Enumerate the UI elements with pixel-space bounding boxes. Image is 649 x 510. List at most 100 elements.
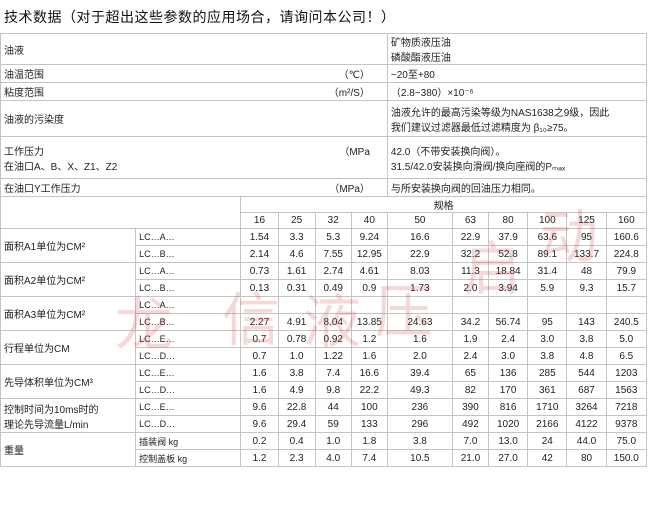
spec-value-cell: 79.9 (605, 262, 648, 280)
info-value: 油液允许的最高污染等级为NAS1638之9级，因此 (390, 107, 610, 119)
spec-row: 重量 插装阀 kg 0.2 0.4 1.0 1.8 3.8 7.0 13.0 24 44.0 75.0 (0, 432, 648, 467)
spec-value-cell: 44 (314, 398, 352, 416)
info-label: 油液的污染度 (4, 115, 64, 126)
info-value: −20至+80 (390, 70, 435, 81)
spec-value-cell: 9.6 (240, 415, 279, 433)
spec-group-label-text: 面积A1单位为CM² (4, 242, 86, 253)
spec-value-cell: 7.55 (314, 245, 352, 263)
spec-value-cell: 4122 (566, 415, 607, 433)
spec-row: 控制时间为10ms时的 理论先导流量L/min LC…E… 9.6 22.8 44 100 2… (0, 398, 648, 433)
spec-value-cell: 2.14 (240, 245, 279, 263)
spec-value-cell: 7.4 (350, 449, 388, 467)
spec-value-cell: 0.78 (277, 330, 316, 348)
spec-value-cell: 32.2 (451, 245, 490, 263)
spec-value-cell: 9378 (605, 415, 648, 433)
spec-value-cell: 687 (566, 381, 607, 399)
spec-sub-label: LC…A… (135, 228, 242, 246)
spec-value-cell (277, 296, 316, 314)
info-value-cell: 矿物质液压油 磷酸酯液压油 (386, 33, 648, 65)
info-value: 与所安装换向阀的回油压力相同。 (390, 184, 541, 195)
spec-value-cell: 0.13 (240, 279, 279, 297)
spec-sub-label: 控制盖板 kg (135, 449, 242, 467)
spec-row: 面积A1单位为CM² LC…A… 1.54 3.3 5.3 9.24 16.6 22.9 37.… (0, 228, 648, 263)
spec-value-cell: 95 (527, 313, 568, 331)
spec-group-label-text: 行程单位为CM (4, 344, 70, 355)
page-title: 技术数据（对于超出这些参数的应用场合，请询问本公司！） (4, 9, 396, 25)
spec-value-cell: 1.6 (386, 330, 453, 348)
spec-value-cell: 22.9 (451, 228, 490, 246)
spec-value-cell: 236 (386, 398, 453, 416)
info-row: 油液的污染度 油液允许的最高污染等级为NAS1638之9级，因此 我们建议过滤器最低… (0, 100, 648, 137)
spec-value-cell: 544 (566, 364, 607, 382)
spec-value-cell (350, 296, 388, 314)
spec-value-cell: 89.1 (527, 245, 568, 263)
spec-value-cell (240, 296, 279, 314)
spec-value-cell: 2.0 (451, 279, 490, 297)
spec-value-cell: 12.95 (350, 245, 388, 263)
info-unit: （MPa） (329, 184, 370, 195)
spec-value-cell: 1.22 (314, 347, 352, 365)
spec-value-cell: 63.6 (527, 228, 568, 246)
spec-value-cell: 136 (487, 364, 529, 382)
spec-value-cell: 0.7 (240, 347, 279, 365)
info-label-cell: 油液的污染度 (0, 100, 388, 137)
spec-value-cell: 44.0 (566, 432, 607, 450)
size-header-cell: 25 (277, 212, 316, 229)
info-row: 油液 矿物质液压油 磷酸酯液压油 (0, 33, 648, 65)
size-header-cell: 32 (314, 212, 352, 229)
spec-value-cell: 2.0 (386, 347, 453, 365)
spec-value-cell: 42 (527, 449, 568, 467)
spec-value-cell (451, 296, 490, 314)
spec-group-label-text: 控制时间为10ms时的 (4, 404, 99, 416)
spec-group-label: 控制时间为10ms时的 理论先导流量L/min (0, 398, 137, 433)
spec-header-row: 规格 (0, 196, 647, 229)
spec-value-cell: 2.74 (314, 262, 352, 280)
info-value-cell: 42.0（不带安装换向阀）。 31.5/42.0安装换向滑阀/换向座阀的Pₘₐₓ (386, 136, 648, 179)
spec-value-cell: 5.9 (527, 279, 568, 297)
info-unit: （MPa (339, 146, 370, 158)
spec-value-cell: 224.8 (605, 245, 648, 263)
spec-value-cell: 1.6 (350, 347, 388, 365)
spec-value-cell: 0.92 (314, 330, 352, 348)
spec-value-cell: 0.2 (240, 432, 279, 450)
spec-value-cell: 296 (386, 415, 453, 433)
spec-value-cell: 0.73 (240, 262, 279, 280)
size-header-cell: 80 (487, 212, 529, 229)
info-value: （2.8−380）×10⁻⁶ (390, 88, 474, 99)
spec-value-cell (386, 296, 453, 314)
spec-value-cell: 2.4 (451, 347, 490, 365)
spec-value-cell: 13.0 (487, 432, 529, 450)
spec-group-label-text: 面积A2单位为CM² (4, 276, 86, 287)
spec-value-cell: 2.27 (240, 313, 279, 331)
spec-value-cell: 7218 (605, 398, 648, 416)
info-row: （℃） 油温范围 −20至+80 (0, 64, 648, 83)
spec-value-cell: 1.0 (314, 432, 352, 450)
spec-header: 规格 (240, 196, 647, 213)
spec-value-cell: 16.6 (350, 364, 388, 382)
spec-group-label: 面积A3单位为CM² (0, 296, 137, 331)
spec-sub-label: LC…A… (135, 296, 242, 314)
info-value-cell: 与所安装换向阀的回油压力相同。 (386, 178, 648, 197)
spec-value-cell: 0.31 (277, 279, 316, 297)
spec-value-cell: 8.03 (386, 262, 453, 280)
spec-row: 面积A2单位为CM² LC…A… 0.73 1.61 2.74 4.61 8.03 11.3 1… (0, 262, 648, 297)
spec-value-cell: 5.3 (314, 228, 352, 246)
spec-row: 先导体积单位为CM³ LC…E… 1.6 3.8 7.4 16.6 39.4 65 136 285… (0, 364, 648, 399)
spec-value-cell: 1.2 (240, 449, 279, 467)
spec-sub-label: LC…B… (135, 313, 242, 331)
spec-value-cell: 1.9 (451, 330, 490, 348)
spec-value-cell: 24.63 (386, 313, 453, 331)
spec-value-cell: 5.0 (605, 330, 648, 348)
spec-value-cell: 0.49 (314, 279, 352, 297)
spec-sub-label: LC…E… (135, 330, 242, 348)
spec-value-cell: 3264 (566, 398, 607, 416)
info-value: 矿物质液压油 (390, 38, 451, 49)
info-label: 粘度范围 (4, 88, 44, 99)
spec-group-label-text: 重量 (4, 446, 24, 457)
spec-value-cell (314, 296, 352, 314)
spec-group-label: 面积A2单位为CM² (0, 262, 137, 297)
spec-value-cell: 3.8 (277, 364, 316, 382)
size-header-cell: 100 (527, 212, 568, 229)
spec-sub-label: LC…E… (135, 398, 242, 416)
info-value-line2: 31.5/42.0安装换向滑阀/换向座阀的Pₘₐₓ (390, 161, 566, 173)
